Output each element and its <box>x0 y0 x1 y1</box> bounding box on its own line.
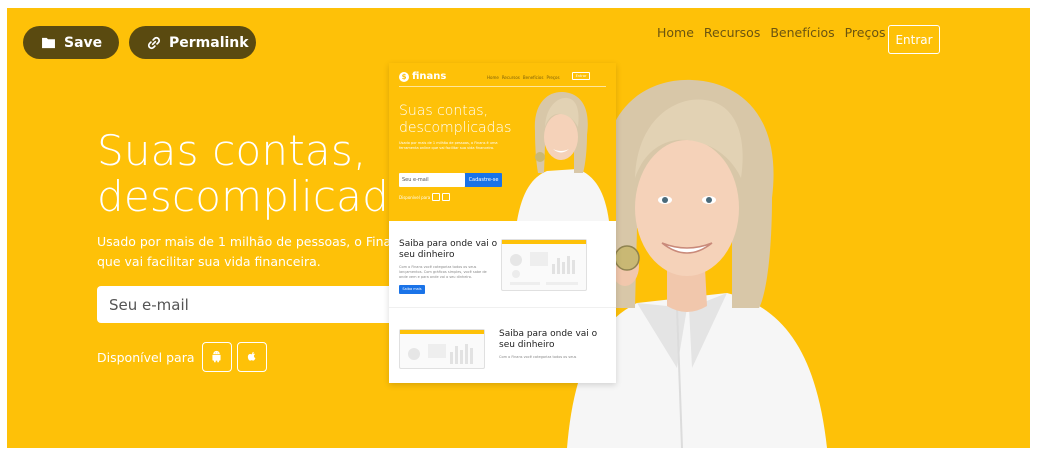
nav-link-recursos[interactable]: Recursos <box>704 25 760 40</box>
nav-link-beneficios[interactable]: Benefícios <box>770 25 834 40</box>
android-store-button[interactable] <box>201 342 232 372</box>
preview-nav-beneficios: Benefícios <box>522 75 544 80</box>
preview-woman-illustration <box>517 91 609 221</box>
preview-section2-title-line-2: seu dinheiro <box>499 340 555 350</box>
preview-section2-text: Com o Finans você categoriza todos os se… <box>499 355 577 359</box>
preview-headline-line-2: descomplicadas <box>399 120 512 136</box>
email-input[interactable] <box>97 286 397 323</box>
headline-line-1: Suas contas, <box>97 126 367 175</box>
preview-section1-text: Com o Finans você categoriza todos os se… <box>399 265 487 279</box>
enter-button[interactable]: Entrar <box>888 25 940 54</box>
finans-logo-icon: $ <box>399 71 409 82</box>
hero-section: Home Recursos Benefícios Preços Entrar S… <box>7 8 1030 448</box>
preview-headline-line-1: Suas contas, <box>399 103 489 119</box>
preview-available-label: Disponível para <box>399 194 431 200</box>
permalink-label: Permalink <box>169 34 249 51</box>
available-label: Disponível para <box>97 349 195 365</box>
preview-learn-more-button: Saiba mais <box>399 285 425 294</box>
preview-email-input: Seu e-mail <box>399 173 465 187</box>
available-platforms: Disponível para <box>97 342 267 372</box>
preview-section1-title: Saiba para onde vai o seu dinheiro <box>399 239 497 261</box>
save-button[interactable]: Save <box>23 26 119 59</box>
nav-link-precos[interactable]: Preços <box>845 25 886 40</box>
preview-section2-title-line-1: Saiba para onde vai o <box>499 329 598 339</box>
nav-link-home[interactable]: Home <box>657 25 694 40</box>
preview-nav-home: Home <box>487 75 499 80</box>
app-preview-card: $ finans Home Recursos Benefícios Preços… <box>389 63 616 383</box>
folder-icon <box>41 37 56 49</box>
preview-apple-icon <box>442 193 451 201</box>
preview-section1-title-line-2: seu dinheiro <box>399 250 455 260</box>
link-icon <box>147 36 161 50</box>
hero-subtext: Usado por mais de 1 milhão de pessoas, o… <box>97 232 442 272</box>
preview-android-icon <box>432 193 441 201</box>
main-nav: Home Recursos Benefícios Preços <box>657 25 886 40</box>
preview-enter-button: Entrar <box>572 72 590 80</box>
subtext-line-1: Usado por mais de 1 milhão de pessoas, o… <box>97 234 442 249</box>
apple-store-button[interactable] <box>236 342 267 372</box>
preview-section2-title: Saiba para onde vai o seu dinheiro <box>499 329 597 351</box>
preview-brand-name: finans <box>412 71 447 82</box>
preview-signup-button: Cadastre-se <box>465 173 502 187</box>
preview-nav: Home Recursos Benefícios Preços <box>487 75 560 80</box>
preview-nav-recursos: Recursos <box>501 75 520 80</box>
save-label: Save <box>64 34 103 51</box>
preview-dashboard-mock-2 <box>399 329 485 369</box>
hero-headline: Suas contas, descomplicadas <box>97 128 437 220</box>
preview-section-divider <box>389 307 616 308</box>
preview-nav-precos: Preços <box>546 75 560 80</box>
preview-subtext: Usado por mais de 1 milhão de pessoas, o… <box>399 141 498 150</box>
preview-dashboard-mock-1 <box>501 239 587 291</box>
apple-icon <box>246 348 258 367</box>
preview-headline: Suas contas, descomplicadas <box>399 103 511 137</box>
subtext-line-2: que vai facilitar sua vida financeira. <box>97 254 321 269</box>
preview-available: Disponível para <box>399 193 451 201</box>
headline-line-2: descomplicadas <box>97 172 437 221</box>
preview-section1-title-line-1: Saiba para onde vai o <box>399 239 498 249</box>
preview-brand: $ finans <box>399 71 446 82</box>
permalink-button[interactable]: Permalink <box>129 26 256 59</box>
preview-hero: $ finans Home Recursos Benefícios Preços… <box>389 63 616 221</box>
android-icon <box>210 348 223 367</box>
